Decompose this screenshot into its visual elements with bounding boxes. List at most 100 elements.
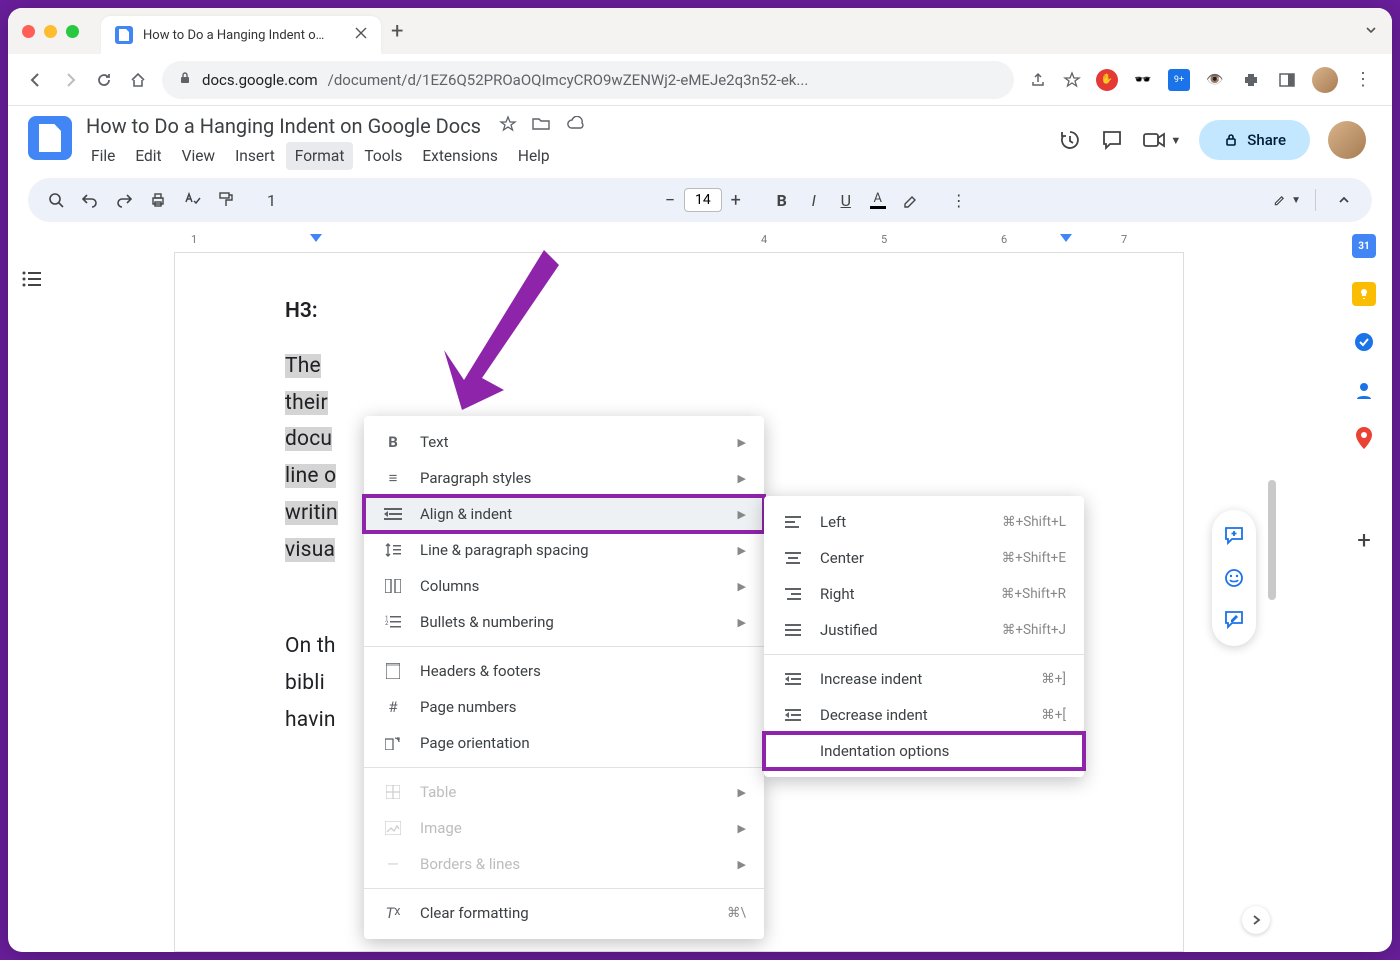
suggest-edit-icon[interactable] xyxy=(1220,606,1248,634)
share-button[interactable]: Share xyxy=(1199,120,1310,160)
add-comment-icon[interactable] xyxy=(1220,522,1248,550)
align-center[interactable]: Center⌘+Shift+E xyxy=(764,540,1084,576)
align-justified[interactable]: Justified⌘+Shift+J xyxy=(764,612,1084,648)
docs-logo-icon[interactable] xyxy=(28,116,72,160)
get-addons-icon[interactable]: + xyxy=(1352,528,1376,552)
tabs-overflow-icon[interactable] xyxy=(1364,22,1378,41)
search-menu-icon[interactable] xyxy=(42,186,70,214)
url-field[interactable]: docs.google.com/document/d/1EZ6Q52PROaOQ… xyxy=(162,61,1014,99)
decrease-font-icon[interactable]: − xyxy=(658,190,682,211)
menu-edit[interactable]: Edit xyxy=(126,142,170,170)
horizontal-ruler[interactable]: 1 4 5 6 7 xyxy=(74,230,1336,252)
browser-menu-icon[interactable]: ⋮ xyxy=(1352,69,1374,91)
sidepanel-toggle-icon[interactable] xyxy=(1276,69,1298,91)
menu-file[interactable]: File xyxy=(82,142,124,170)
print-icon[interactable] xyxy=(144,186,172,214)
url-host: docs.google.com xyxy=(202,71,318,89)
cloud-status-icon[interactable] xyxy=(565,116,585,136)
extensions-menu-icon[interactable] xyxy=(1240,69,1262,91)
menu-insert[interactable]: Insert xyxy=(226,142,284,170)
highlight-color-icon[interactable] xyxy=(896,186,924,214)
maximize-window-icon[interactable] xyxy=(66,25,79,38)
menu-view[interactable]: View xyxy=(173,142,225,170)
paint-format-icon[interactable] xyxy=(212,186,240,214)
scrollbar-thumb[interactable] xyxy=(1268,480,1276,600)
increase-indent[interactable]: Increase indent⌘+] xyxy=(764,661,1084,697)
align-right[interactable]: Right⌘+Shift+R xyxy=(764,576,1084,612)
body-text: their xyxy=(285,391,328,415)
menu-page-numbers[interactable]: #Page numbers xyxy=(364,689,764,725)
back-button[interactable] xyxy=(26,71,46,89)
menu-tools[interactable]: Tools xyxy=(355,142,411,170)
first-line-indent-marker[interactable] xyxy=(310,234,322,242)
undo-icon[interactable] xyxy=(76,186,104,214)
new-tab-button[interactable]: + xyxy=(391,19,403,44)
keep-icon[interactable] xyxy=(1352,282,1376,306)
menu-columns[interactable]: Columns▶ xyxy=(364,568,764,604)
share-page-icon[interactable] xyxy=(1028,72,1048,88)
explore-button[interactable] xyxy=(1242,906,1270,934)
menu-paragraph-styles[interactable]: ≡Paragraph styles▶ xyxy=(364,460,764,496)
zoom-icon[interactable]: 1 xyxy=(261,186,282,214)
collapse-toolbar-icon[interactable] xyxy=(1330,186,1358,214)
ublock-icon[interactable]: ✋ xyxy=(1096,69,1118,91)
comments-icon[interactable] xyxy=(1100,128,1124,152)
star-icon[interactable] xyxy=(499,115,517,137)
menu-bullets-numbering[interactable]: 12Bullets & numbering▶ xyxy=(364,604,764,640)
underline-icon[interactable]: U xyxy=(832,186,860,214)
font-size-input[interactable]: 14 xyxy=(684,188,722,212)
move-icon[interactable] xyxy=(531,115,551,137)
menu-headers-footers[interactable]: Headers & footers xyxy=(364,653,764,689)
minimize-window-icon[interactable] xyxy=(44,25,57,38)
meet-icon[interactable]: ▼ xyxy=(1142,130,1181,150)
more-toolbar-icon[interactable]: ⋮ xyxy=(945,186,973,214)
format-dropdown: BText▶ ≡Paragraph styles▶ Align & indent… xyxy=(364,416,764,939)
document-title[interactable]: How to Do a Hanging Indent on Google Doc… xyxy=(82,112,485,140)
menu-borders-lines: —Borders & lines▶ xyxy=(364,846,764,882)
maps-icon[interactable] xyxy=(1352,426,1376,450)
profile-avatar[interactable] xyxy=(1312,67,1338,93)
redo-icon[interactable] xyxy=(110,186,138,214)
menu-page-orientation[interactable]: Page orientation xyxy=(364,725,764,761)
tasks-icon[interactable] xyxy=(1352,330,1376,354)
add-emoji-icon[interactable] xyxy=(1220,564,1248,592)
extension-icon[interactable]: 👁️ xyxy=(1204,69,1226,91)
bookmark-icon[interactable] xyxy=(1062,71,1082,89)
calendar-icon[interactable]: 31 xyxy=(1352,234,1376,258)
decrease-indent[interactable]: Decrease indent⌘+[ xyxy=(764,697,1084,733)
menu-help[interactable]: Help xyxy=(509,142,559,170)
align-left[interactable]: Left⌘+Shift+L xyxy=(764,504,1084,540)
close-window-icon[interactable] xyxy=(22,25,35,38)
indentation-options[interactable]: Indentation options xyxy=(764,733,1084,769)
history-icon[interactable] xyxy=(1058,128,1082,152)
titlebar: How to Do a Hanging Indent o… + xyxy=(8,8,1392,54)
bold-icon[interactable]: B xyxy=(768,186,796,214)
left-sidebar xyxy=(8,230,56,952)
extension-icon[interactable]: 9+ xyxy=(1168,69,1190,91)
side-panel: 31 + xyxy=(1336,230,1392,952)
menu-clear-formatting[interactable]: TxClear formatting⌘\ xyxy=(364,895,764,931)
menu-format[interactable]: Format xyxy=(286,142,354,170)
text-color-icon[interactable]: A xyxy=(864,186,892,214)
home-button[interactable] xyxy=(128,71,148,89)
extension-icon[interactable]: 🕶️ xyxy=(1132,69,1154,91)
editing-mode-icon[interactable]: ▼ xyxy=(1273,186,1301,214)
vertical-ruler xyxy=(56,230,74,952)
menu-align-indent[interactable]: Align & indent▶ xyxy=(364,496,764,532)
reload-button[interactable] xyxy=(94,71,114,89)
italic-icon[interactable]: I xyxy=(800,186,828,214)
spellcheck-icon[interactable] xyxy=(178,186,206,214)
increase-font-icon[interactable]: + xyxy=(724,190,748,211)
toolbar: 1 − 14 + B I U A ⋮ ▼ xyxy=(28,178,1372,222)
close-tab-icon[interactable] xyxy=(355,27,367,43)
menu-text[interactable]: BText▶ xyxy=(364,424,764,460)
account-avatar[interactable] xyxy=(1328,121,1366,159)
menu-line-spacing[interactable]: Line & paragraph spacing▶ xyxy=(364,532,764,568)
outline-icon[interactable] xyxy=(21,270,43,952)
right-indent-marker[interactable] xyxy=(1060,234,1072,242)
docs-favicon-icon xyxy=(115,26,133,44)
menu-extensions[interactable]: Extensions xyxy=(413,142,507,170)
contacts-icon[interactable] xyxy=(1352,378,1376,402)
browser-tab[interactable]: How to Do a Hanging Indent o… xyxy=(101,16,381,54)
menu-image: Image▶ xyxy=(364,810,764,846)
